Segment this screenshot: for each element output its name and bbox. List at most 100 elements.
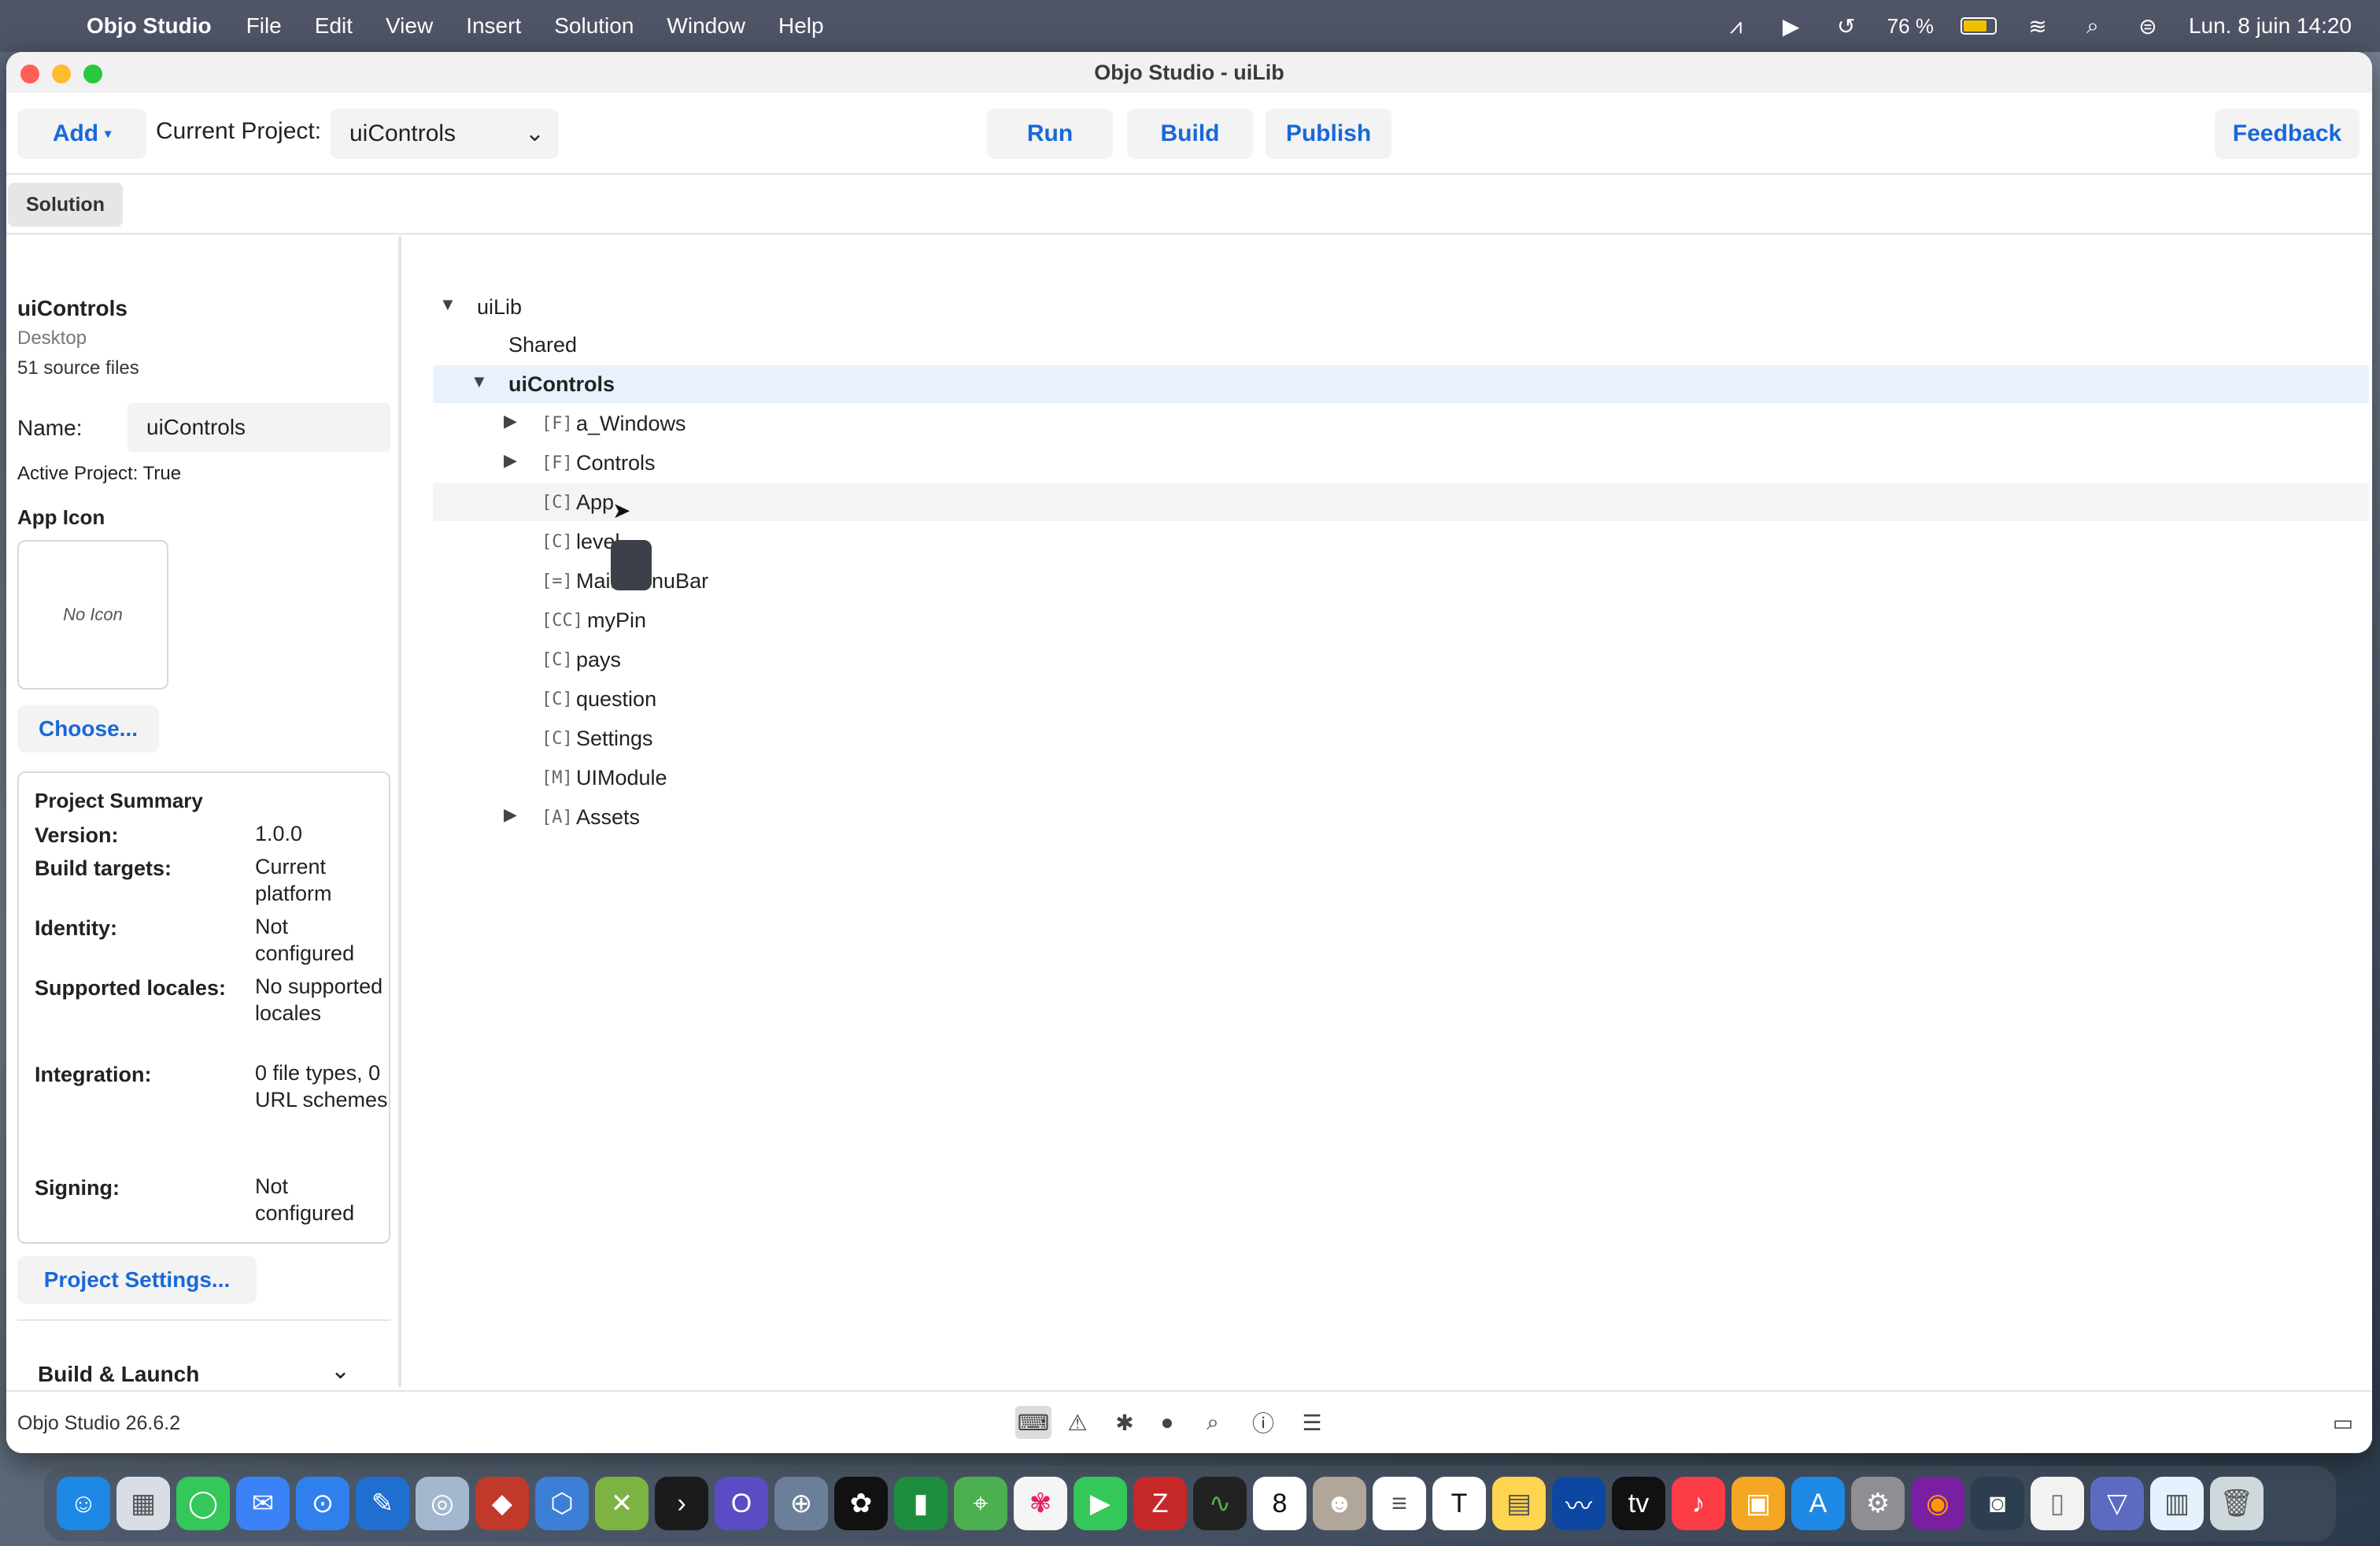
tree-row[interactable]: [M] UIModule	[433, 759, 2369, 797]
add-button[interactable]: Add ▾	[17, 109, 146, 159]
project-name-input[interactable]: uiControls	[128, 403, 390, 452]
notes-icon[interactable]: ▤	[1492, 1477, 1546, 1530]
disclosure-expanded-icon[interactable]: ▼	[471, 372, 488, 392]
tree-row[interactable]: ▼ uiLib	[433, 288, 2369, 326]
network-icon[interactable]: ⊕	[774, 1477, 828, 1530]
tree-row[interactable]: [C] pays	[433, 641, 2369, 679]
forms-icon[interactable]: ▣	[1731, 1477, 1785, 1530]
tree-row[interactable]: [C] level	[433, 523, 2369, 560]
app-icon[interactable]: ◆	[475, 1477, 529, 1530]
search-icon[interactable]: ⌕	[1195, 1406, 1231, 1439]
chat-bubble-icon[interactable]: ▭	[2325, 1406, 2361, 1439]
app-icon-well[interactable]: No Icon	[17, 540, 168, 690]
choose-icon-button[interactable]: Choose...	[17, 705, 159, 753]
record-icon[interactable]: ●	[1149, 1406, 1185, 1439]
tree-row-hovered[interactable]: [C] App	[433, 483, 2369, 521]
launchpad-icon[interactable]: ▦	[116, 1477, 170, 1530]
spotlight-icon[interactable]: ⌕	[2079, 13, 2107, 39]
list-icon[interactable]: ☰	[1294, 1406, 1330, 1439]
freeform-icon[interactable]: 〰	[1552, 1477, 1606, 1530]
activity-monitor-icon[interactable]: ∿	[1193, 1477, 1247, 1530]
tab-solution[interactable]: Solution	[8, 183, 123, 227]
menu-window[interactable]: Window	[667, 13, 745, 39]
time-machine-icon[interactable]: ↺	[1832, 13, 1861, 39]
menu-solution[interactable]: Solution	[554, 13, 634, 39]
typora-icon[interactable]: T	[1432, 1477, 1486, 1530]
menu-edit[interactable]: Edit	[315, 13, 353, 39]
safari-icon[interactable]: ⊙	[296, 1477, 349, 1530]
run-button[interactable]: Run	[987, 109, 1113, 159]
terminal-icon[interactable]: ⌨	[1015, 1406, 1051, 1439]
tree-row[interactable]: [C] question	[433, 680, 2369, 718]
system-settings-icon[interactable]: ⚙	[1851, 1477, 1905, 1530]
menu-file[interactable]: File	[246, 13, 282, 39]
appstore-icon[interactable]: A	[1791, 1477, 1845, 1530]
menubar-clock[interactable]: Lun. 8 juin 14:20	[2189, 13, 2352, 39]
tree-row[interactable]: ▶ [F] Controls	[433, 444, 2369, 482]
tree-row[interactable]: [CC] myPin	[433, 601, 2369, 639]
firefox-icon[interactable]: ◉	[1911, 1477, 1964, 1530]
finder-icon[interactable]: ☺	[57, 1477, 110, 1530]
current-project-value: uiControls	[349, 120, 456, 146]
menu-insert[interactable]: Insert	[466, 13, 521, 39]
zoom-window-button[interactable]	[83, 65, 102, 83]
terminal-icon[interactable]: ›	[655, 1477, 708, 1530]
maps-icon[interactable]: ⌖	[954, 1477, 1007, 1530]
disclosure-collapsed-icon[interactable]: ▶	[504, 804, 517, 825]
menu-app-name[interactable]: Objo Studio	[87, 13, 212, 39]
play-icon[interactable]: ▶	[1777, 13, 1805, 39]
tree-row[interactable]: ▶ [F] a_Windows	[433, 405, 2369, 442]
chatgpt-icon[interactable]: ✿	[834, 1477, 888, 1530]
control-center-icon[interactable]: ⊜	[2134, 13, 2162, 39]
menu-view[interactable]: View	[386, 13, 433, 39]
contacts-icon[interactable]: ☻	[1313, 1477, 1366, 1530]
item-kind-tag: [=]	[541, 571, 573, 591]
photos-icon[interactable]: ✾	[1014, 1477, 1067, 1530]
project-source-count: 51 source files	[17, 357, 139, 379]
preview-icon[interactable]: ◎	[416, 1477, 469, 1530]
numbers-icon[interactable]: ▮	[894, 1477, 948, 1530]
macos-dock: ☺ ▦ ◯ ✉ ⊙ ✎ ◎ ◆ ⬡ ✕ › O ⊕ ✿ ▮ ⌖ ✾ ▶ Z ∿ …	[44, 1466, 2336, 1541]
reminders-icon[interactable]: ≡	[1373, 1477, 1426, 1530]
tree-row[interactable]: [C] Settings	[433, 719, 2369, 757]
downloads-icon[interactable]: ▽	[2090, 1477, 2144, 1530]
appletv-icon[interactable]: tv	[1612, 1477, 1665, 1530]
finder-disk-icon[interactable]: ◙	[1971, 1477, 2024, 1530]
menu-help[interactable]: Help	[778, 13, 824, 39]
objo-icon[interactable]: O	[715, 1477, 768, 1530]
messages-icon[interactable]: ◯	[176, 1477, 230, 1530]
build-button[interactable]: Build	[1127, 109, 1253, 159]
minimize-window-button[interactable]	[52, 65, 71, 83]
disclosure-collapsed-icon[interactable]: ▶	[504, 450, 517, 471]
calendar-icon[interactable]: 8	[1253, 1477, 1306, 1530]
xbox-icon[interactable]: ✕	[595, 1477, 649, 1530]
tree-row[interactable]: ▶ [A] Assets	[433, 798, 2369, 836]
chevron-down-icon[interactable]: ⌄	[331, 1357, 350, 1385]
tree-row[interactable]: Shared	[433, 326, 2369, 364]
document-icon[interactable]: ▯	[2031, 1477, 2084, 1530]
facetime-icon[interactable]: ▶	[1074, 1477, 1127, 1530]
project-settings-button[interactable]: Project Settings...	[17, 1256, 257, 1304]
sync-icon[interactable]: ⩘	[1722, 13, 1750, 39]
warning-icon[interactable]: ⚠	[1059, 1406, 1096, 1439]
publish-button[interactable]: Publish	[1266, 109, 1391, 159]
filezilla-icon[interactable]: Z	[1133, 1477, 1187, 1530]
feedback-button[interactable]: Feedback	[2215, 109, 2360, 159]
wifi-icon[interactable]: ≋	[2023, 13, 2052, 39]
files-icon[interactable]: ▥	[2150, 1477, 2204, 1530]
disclosure-expanded-icon[interactable]: ▼	[439, 294, 456, 315]
bug-icon[interactable]: ✱	[1107, 1406, 1143, 1439]
music-icon[interactable]: ♪	[1672, 1477, 1725, 1530]
build-launch-header[interactable]: Build & Launch	[38, 1362, 199, 1387]
xcode-icon[interactable]: ✎	[356, 1477, 409, 1530]
info-icon[interactable]: ⓘ	[1245, 1406, 1281, 1439]
tree-row[interactable]: [=] MainMenuBar	[433, 562, 2369, 600]
mail-icon[interactable]: ✉	[236, 1477, 290, 1530]
disclosure-collapsed-icon[interactable]: ▶	[504, 411, 517, 431]
current-project-select[interactable]: uiControls ⌄	[331, 109, 559, 159]
close-window-button[interactable]	[20, 65, 39, 83]
box-icon[interactable]: ⬡	[535, 1477, 589, 1530]
trash-icon[interactable]: 🗑	[2210, 1477, 2264, 1530]
tree-row-selected[interactable]: ▼ uiControls	[433, 365, 2369, 403]
battery-icon[interactable]	[1960, 17, 1997, 35]
